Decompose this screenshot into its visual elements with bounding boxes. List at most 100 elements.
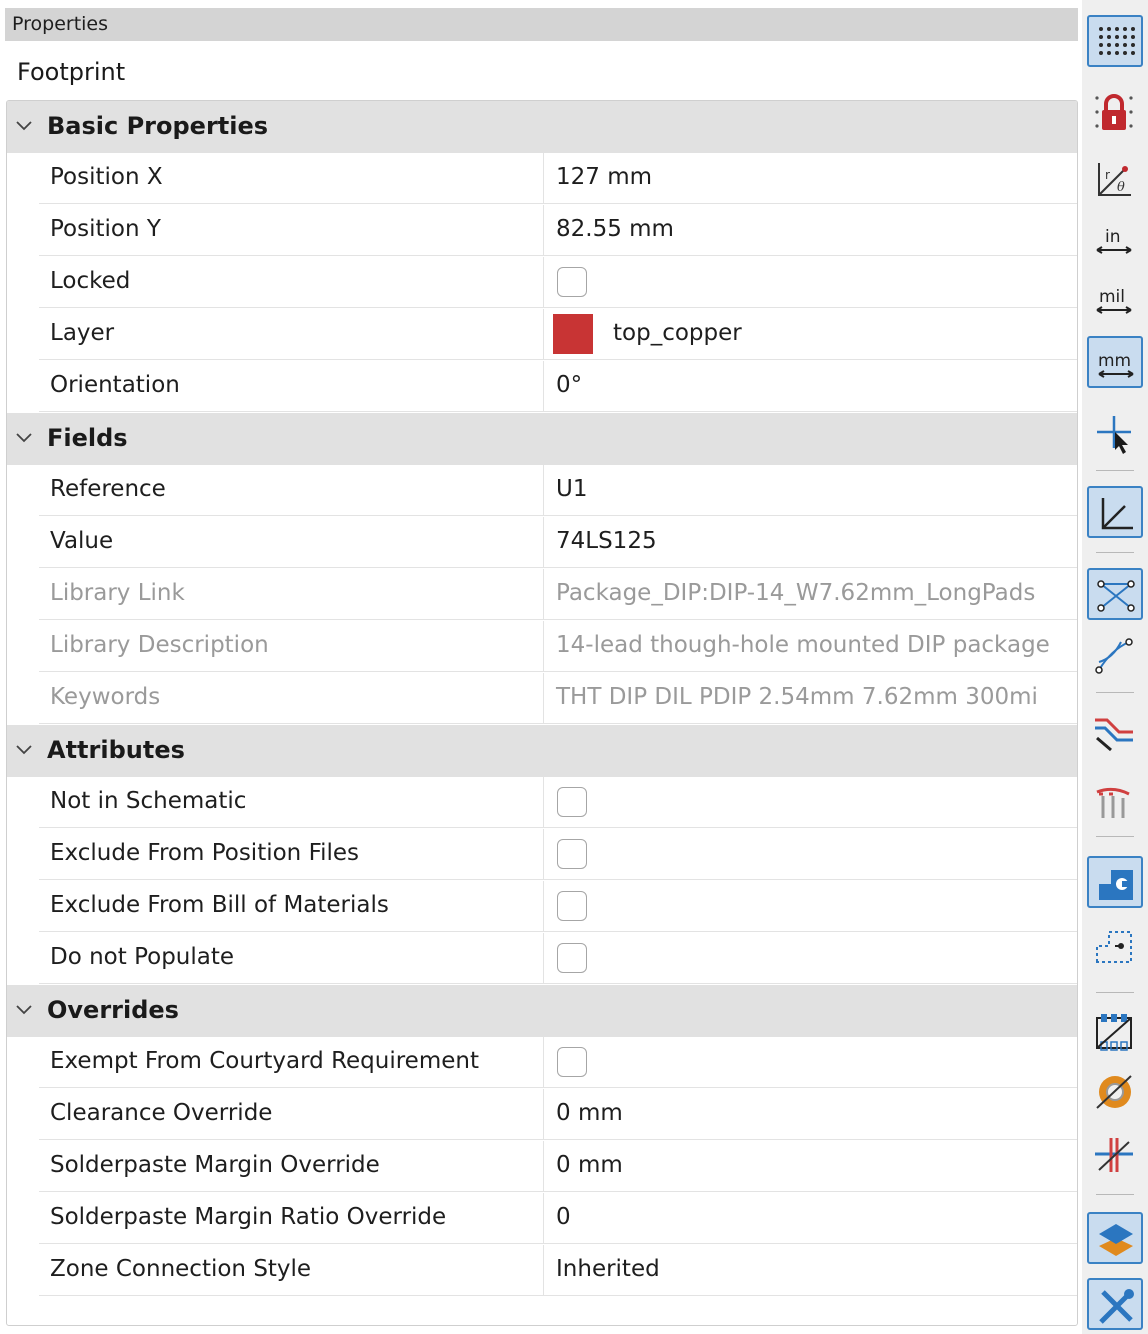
full-crosshair-button[interactable] (1087, 408, 1143, 460)
svg-text:θ: θ (1117, 180, 1125, 195)
zone-display-button[interactable] (1087, 1066, 1143, 1118)
property-row: Solderpaste Margin Override 0 mm (39, 1141, 1077, 1193)
property-name: Reference (50, 476, 166, 502)
property-value-cell: THT DIP DIL PDIP 2.54mm 7.62mm 300mi (544, 673, 1077, 724)
group-title: Overrides (47, 996, 179, 1024)
property-value-cell[interactable]: U1 (544, 465, 1077, 516)
property-value: Package_DIP:DIP-14_W7.62mm_LongPads (556, 580, 1036, 606)
units-inches-icon: in (1096, 227, 1132, 254)
checkbox[interactable] (557, 839, 587, 869)
property-value-cell[interactable]: top_copper (544, 309, 1077, 360)
property-name-cell: Keywords (39, 673, 544, 724)
chevron-down-icon[interactable] (12, 737, 36, 761)
property-name-cell: Zone Connection Style (39, 1245, 544, 1296)
svg-text:mm: mm (1098, 351, 1131, 371)
svg-text:mil: mil (1099, 287, 1125, 307)
group-header[interactable]: Basic Properties (7, 101, 1077, 153)
curved-ratsnest-button[interactable] (1087, 630, 1143, 682)
svg-text:in: in (1105, 227, 1121, 247)
footprint-outline-icon (1096, 1014, 1132, 1051)
property-value-cell[interactable] (544, 777, 1077, 828)
property-name: Zone Connection Style (50, 1256, 312, 1282)
property-value-cell[interactable]: 0 mm (544, 1089, 1077, 1140)
property-name: Library Link (50, 580, 185, 606)
property-value: THT DIP DIL PDIP 2.54mm 7.62mm 300mi (556, 684, 1038, 710)
properties-tools-icon (1099, 1289, 1134, 1324)
property-row: Do not Populate (39, 933, 1077, 985)
property-value: 127 mm (556, 164, 653, 190)
property-value-cell: Package_DIP:DIP-14_W7.62mm_LongPads (544, 569, 1077, 620)
property-row: Library Link Package_DIP:DIP-14_W7.62mm_L… (39, 569, 1077, 621)
group-header[interactable]: Overrides (7, 985, 1077, 1037)
properties-tools-button[interactable] (1087, 1278, 1143, 1330)
property-value-cell[interactable]: 0 mm (544, 1141, 1077, 1192)
polar-coords-icon: r θ (1098, 163, 1131, 196)
property-name: Exclude From Bill of Materials (50, 892, 389, 918)
property-value: 0° (556, 372, 583, 398)
grid-button[interactable] (1087, 15, 1143, 67)
property-name: Not in Schematic (50, 788, 247, 814)
property-row: Exclude From Position Files (39, 829, 1077, 881)
app-window: Properties Footprint Basic Properties Pos… (0, 0, 1148, 1334)
property-name-cell: Exclude From Bill of Materials (39, 881, 544, 932)
property-name: Orientation (50, 372, 180, 398)
checkbox[interactable] (557, 891, 587, 921)
polar-coords-button[interactable]: r θ (1087, 153, 1143, 205)
property-value-cell[interactable]: 74LS125 (544, 517, 1077, 568)
chevron-down-icon[interactable] (12, 425, 36, 449)
property-value-cell[interactable]: 127 mm (544, 153, 1077, 204)
units-inches-button[interactable]: in (1087, 212, 1143, 264)
footprint-outline-button[interactable] (1087, 1006, 1143, 1058)
lock-grid-icon (1095, 94, 1133, 130)
checkbox[interactable] (557, 787, 587, 817)
layers-manager-icon (1099, 1224, 1133, 1256)
property-name: Exclude From Position Files (50, 840, 360, 866)
net-color-button[interactable] (1087, 706, 1143, 758)
property-name-cell: Do not Populate (39, 933, 544, 984)
property-row: Clearance Override 0 mm (39, 1089, 1077, 1141)
property-name-cell: Value (39, 517, 544, 568)
curved-ratsnest-icon (1095, 638, 1133, 674)
group-header[interactable]: Fields (7, 413, 1077, 465)
property-value-cell[interactable]: 0° (544, 361, 1077, 412)
group-title: Fields (47, 424, 128, 452)
chevron-down-icon[interactable] (12, 113, 36, 137)
property-value-cell[interactable]: 82.55 mm (544, 205, 1077, 256)
property-value-cell[interactable] (544, 881, 1077, 932)
property-row: Locked (39, 257, 1077, 309)
property-value-cell[interactable] (544, 933, 1077, 984)
checkbox[interactable] (557, 1047, 587, 1077)
units-mm-button[interactable]: mm (1087, 336, 1143, 388)
track-outline-button[interactable] (1087, 774, 1143, 826)
panel-title: Properties (12, 13, 109, 35)
group-header[interactable]: Attributes (7, 725, 1077, 777)
property-value-cell[interactable]: Inherited (544, 1245, 1077, 1296)
property-value: 74LS125 (556, 528, 657, 554)
property-name-cell: Position Y (39, 205, 544, 256)
checkbox[interactable] (557, 943, 587, 973)
property-name: Keywords (50, 684, 161, 710)
checkbox[interactable] (557, 267, 587, 297)
via-outline-button[interactable] (1087, 920, 1143, 972)
property-row: Value 74LS125 (39, 517, 1077, 569)
property-name-cell: Exclude From Position Files (39, 829, 544, 880)
chevron-down-icon[interactable] (12, 997, 36, 1021)
highlight-net-button[interactable] (1087, 1128, 1143, 1180)
property-value-cell[interactable] (544, 829, 1077, 880)
lock-grid-button[interactable] (1087, 86, 1143, 138)
panel-titlebar[interactable]: Properties (5, 8, 1078, 41)
pad-fill-button[interactable] (1087, 856, 1143, 908)
property-name-cell: Position X (39, 153, 544, 204)
ratsnest-button[interactable] (1087, 568, 1143, 620)
property-value-cell[interactable] (544, 257, 1077, 308)
property-value-cell[interactable] (544, 1037, 1077, 1088)
net-color-icon (1095, 718, 1133, 752)
toolbar-separator (1096, 552, 1134, 553)
angle-snap-button[interactable] (1087, 486, 1143, 538)
toolbar-separator (1096, 470, 1134, 471)
layers-manager-button[interactable] (1087, 1212, 1143, 1264)
toolbar-separator (1096, 692, 1134, 693)
units-mils-button[interactable]: mil (1087, 272, 1143, 324)
property-value-cell[interactable]: 0 (544, 1193, 1077, 1244)
property-name-cell: Layer (39, 309, 544, 360)
